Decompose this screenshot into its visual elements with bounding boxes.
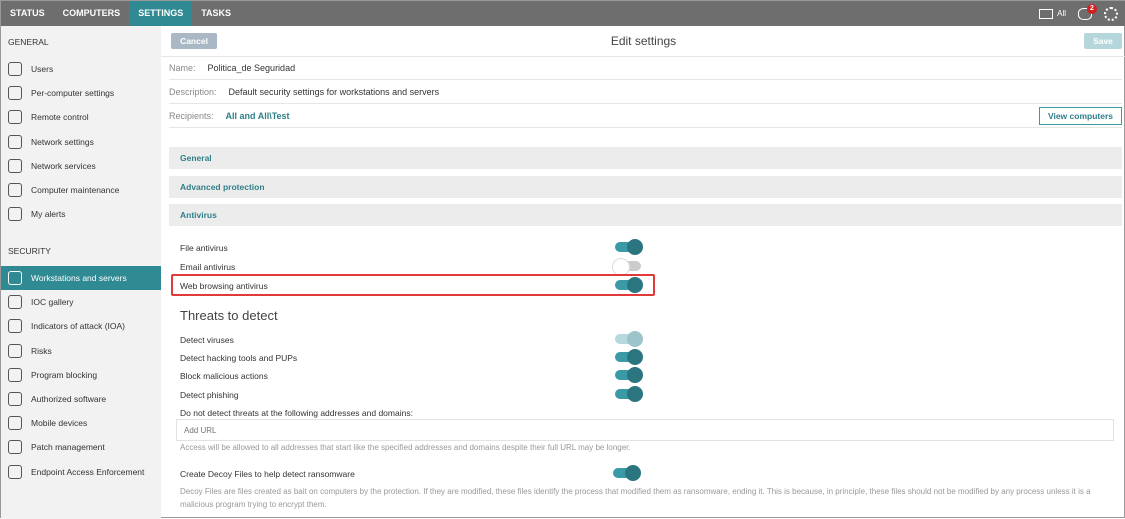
recipients-row: Recipients: All and All\Test View compute… [169,104,1122,128]
section-general[interactable]: General [169,147,1122,169]
save-button[interactable]: Save [1084,33,1122,49]
name-row: Name: Politica_de Seguridad [169,56,1122,80]
url-input[interactable] [176,419,1114,441]
security-icon [8,440,22,455]
sidebar-item-endpoint-access-enforcement[interactable]: Endpoint Access Enforcement [1,460,161,484]
sidebar-item-my-alerts[interactable]: My alerts [1,202,161,226]
recipients-link[interactable]: All and All\Test [226,111,290,121]
sidebar-item-remote-control[interactable]: Remote control [1,105,161,129]
sidebar-item-users[interactable]: Users [1,57,161,81]
general-icon [8,86,22,101]
setting-label: Block malicious actions [180,371,268,382]
decoy-help: Decoy Files are files created as bait on… [180,487,1091,509]
decoy-toggle[interactable] [613,465,641,481]
sidebar-item-label: Endpoint Access Enforcement [31,466,145,477]
tab-tasks[interactable]: TASKS [192,1,240,26]
toggle-switch[interactable] [615,239,643,255]
folder-filter[interactable]: All [1039,8,1066,19]
gear-icon[interactable] [1104,6,1118,21]
notification-badge: 2 [1087,3,1097,14]
name-label: Name: [169,62,196,73]
sidebar: GENERAL Users Per-computer settings Remote… [1,26,161,519]
security-icon [8,271,22,285]
tab-computers[interactable]: COMPUTERS [54,1,130,26]
sidebar-item-mobile-devices[interactable]: Mobile devices [1,411,161,435]
general-icon [8,183,22,197]
toggle-switch[interactable] [615,349,643,366]
general-icon [8,110,22,125]
setting-label: Detect hacking tools and PUPs [180,353,298,364]
sidebar-item-program-blocking[interactable]: Program blocking [1,363,161,387]
tab-status[interactable]: STATUS [1,1,54,26]
top-nav: STATUS COMPUTERS SETTINGS TASKS All 2 [1,1,1125,26]
security-icon [8,416,22,431]
section-advanced-protection[interactable]: Advanced protection [169,176,1122,198]
security-icon [8,319,22,334]
sidebar-item-risks[interactable]: Risks [1,339,161,363]
setting-label: Detect viruses [180,335,234,345]
sidebar-item-per-computer-settings[interactable]: Per-computer settings [1,81,161,105]
toggle-switch[interactable] [615,367,643,384]
setting-label: File antivirus [180,243,228,253]
sidebar-item-label: Authorized software [31,394,107,404]
toggle-switch[interactable] [615,385,643,402]
toggle-switch[interactable] [612,258,641,276]
description-row: Description: Default security settings fo… [169,80,1122,104]
folder-label: All [1057,9,1066,18]
security-icon [8,464,22,479]
sidebar-item-label: My alerts [31,209,66,220]
description-label: Description: [169,86,217,97]
name-field[interactable]: Politica_de Seguridad [208,63,296,73]
sidebar-item-label: IOC gallery [31,297,74,308]
toggle-switch[interactable] [615,331,643,347]
decoy-label: Create Decoy Files to help detect ransom… [180,469,355,479]
sidebar-item-label: Per-computer settings [31,88,115,99]
sidebar-item-workstations-and-servers[interactable]: Workstations and servers [1,266,161,290]
sidebar-item-patch-management[interactable]: Patch management [1,435,161,459]
security-icon [8,367,22,382]
sidebar-item-label: Program blocking [31,369,98,380]
sidebar-item-label: Workstations and servers [31,273,127,283]
sidebar-item-network-settings[interactable]: Network settings [1,130,161,154]
section-antivirus[interactable]: Antivirus [169,204,1122,226]
sidebar-item-authorized-software[interactable]: Authorized software [1,387,161,411]
setting-label: Email antivirus [180,262,236,272]
sidebar-item-label: Computer maintenance [31,185,120,195]
general-icon [8,158,22,173]
sidebar-item-label: Network settings [31,136,94,147]
general-icon [8,207,22,222]
sidebar-item-label: Network services [31,160,96,171]
description-field[interactable]: Default security settings for workstatio… [229,87,440,97]
sidebar-header-security: SECURITY [8,246,51,256]
folder-icon [1039,8,1054,19]
sidebar-item-label: Risks [31,345,52,356]
recipients-label: Recipients: [169,110,214,121]
setting-label: Detect phishing [180,389,239,400]
exclude-label: Do not detect threats at the following a… [180,408,413,418]
sidebar-item-computer-maintenance[interactable]: Computer maintenance [1,178,161,202]
page-title: Edit settings [610,34,677,48]
edit-settings-panel: Cancel Edit settings Save Name: Politica_… [161,26,1125,519]
security-icon [8,392,22,406]
sidebar-header-general: GENERAL [8,37,49,47]
sidebar-item-indicators-of-attack-ioa[interactable]: Indicators of attack (IOA) [1,314,161,338]
notifications-button[interactable]: 2 [1078,3,1097,20]
general-icon [8,62,22,76]
security-icon [8,343,22,358]
sidebar-item-label: Indicators of attack (IOA) [31,321,126,332]
sidebar-item-label: Mobile devices [31,418,88,429]
general-icon [8,134,22,149]
sidebar-item-ioc-gallery[interactable]: IOC gallery [1,290,161,314]
highlight-box [171,274,655,296]
sidebar-item-network-services[interactable]: Network services [1,154,161,178]
exclude-help: Access will be allowed to all addresses … [180,443,631,452]
tab-settings[interactable]: SETTINGS [129,1,193,26]
view-computers-button[interactable]: View computers [1038,106,1122,125]
sidebar-item-label: Patch management [31,442,105,453]
threats-heading: Threats to detect [180,308,278,323]
sidebar-item-label: Remote control [31,112,89,123]
security-icon [8,295,22,310]
sidebar-item-label: Users [31,64,54,74]
